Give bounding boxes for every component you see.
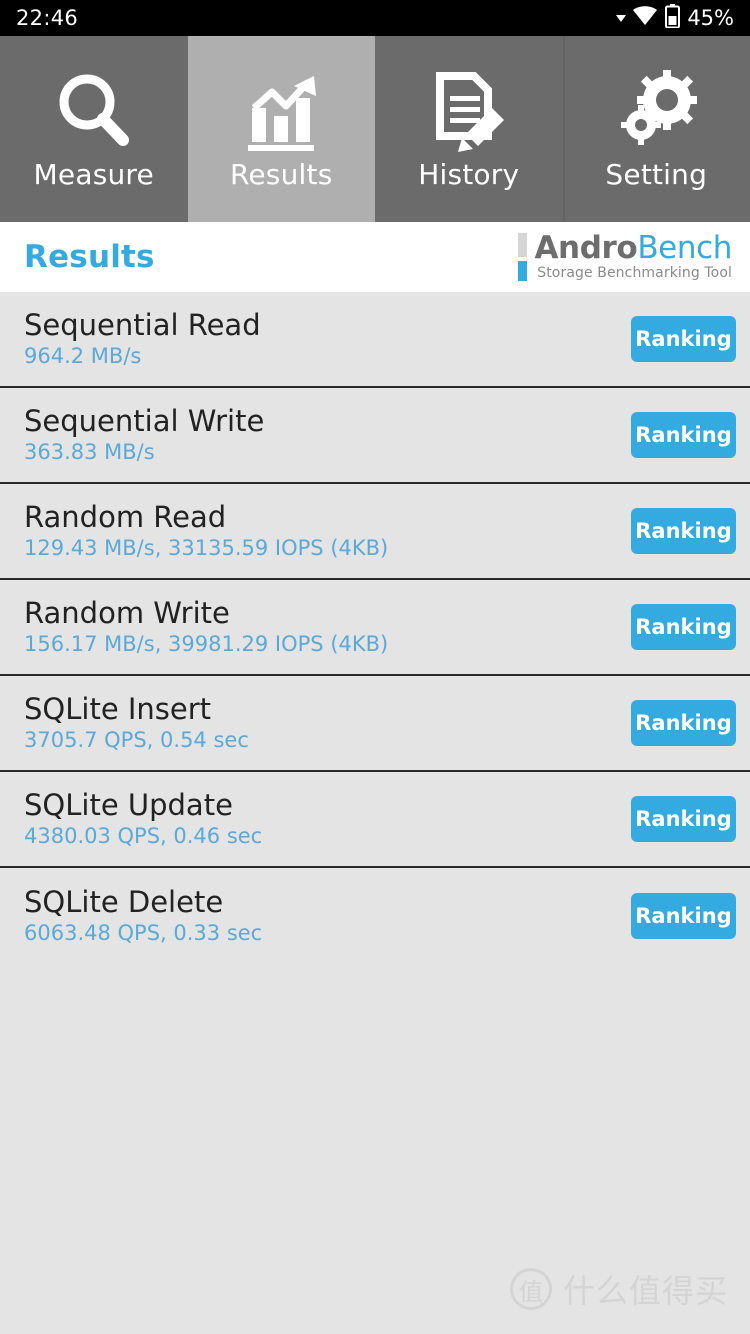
result-name: Random Read (24, 499, 227, 534)
battery-icon (665, 3, 681, 33)
page-title: Results (24, 239, 155, 275)
watermark-text: 什么值得买 (562, 1272, 728, 1310)
result-texts: SQLite Insert 3705.7 QPS, 0.54 sec (24, 691, 249, 752)
table-row[interactable]: SQLite Update 4380.03 QPS, 0.46 sec Rank… (0, 772, 750, 868)
table-row[interactable]: Sequential Write 363.83 MB/s Ranking (0, 388, 750, 484)
result-name: Sequential Read (24, 307, 261, 342)
result-value: 363.83 MB/s (24, 439, 155, 464)
results-list: Sequential Read 964.2 MB/s Ranking Seque… (0, 292, 750, 964)
tab-bar: Measure Results History Setting (0, 36, 750, 222)
androbench-logo: AndroBench Storage Benchmarking Tool (518, 229, 732, 282)
tab-setting[interactable]: Setting (562, 36, 750, 222)
result-value: 3705.7 QPS, 0.54 sec (24, 727, 249, 752)
tab-results-label: Results (229, 157, 333, 191)
tab-measure[interactable]: Measure (0, 36, 188, 222)
result-value: 964.2 MB/s (24, 343, 142, 368)
ranking-button[interactable]: Ranking (631, 316, 736, 362)
result-value: 6063.48 QPS, 0.33 sec (24, 920, 263, 945)
result-texts: SQLite Delete 6063.48 QPS, 0.33 sec (24, 884, 263, 945)
result-texts: SQLite Update 4380.03 QPS, 0.46 sec (24, 787, 263, 848)
ranking-button[interactable]: Ranking (631, 700, 736, 746)
result-name: SQLite Update (24, 787, 233, 822)
table-row[interactable]: Random Read 129.43 MB/s, 33135.59 IOPS (… (0, 484, 750, 580)
tab-setting-label: Setting (605, 157, 708, 191)
result-texts: Sequential Read 964.2 MB/s (24, 307, 261, 368)
logo-wordmark: AndroBench (534, 229, 732, 266)
magnifier-icon (51, 68, 137, 154)
wifi-icon (632, 5, 658, 31)
ranking-button[interactable]: Ranking (631, 893, 736, 939)
document-pencil-icon (426, 68, 512, 154)
tab-history[interactable]: History (375, 36, 563, 222)
result-name: Sequential Write (24, 403, 265, 438)
ranking-button[interactable]: Ranking (631, 796, 736, 842)
status-bar: 22:46 45% (0, 0, 750, 36)
result-name: SQLite Delete (24, 884, 224, 919)
logo-bars-icon (518, 233, 528, 281)
table-row[interactable]: SQLite Delete 6063.48 QPS, 0.33 sec Rank… (0, 868, 750, 964)
table-row[interactable]: SQLite Insert 3705.7 QPS, 0.54 sec Ranki… (0, 676, 750, 772)
battery-percent-label: 45% (687, 6, 734, 30)
status-indicators: 45% (616, 3, 734, 33)
tab-results[interactable]: Results (187, 36, 375, 222)
result-value: 156.17 MB/s, 39981.29 IOPS (4KB) (24, 631, 389, 656)
result-texts: Random Write 156.17 MB/s, 39981.29 IOPS … (24, 595, 389, 656)
gears-icon (613, 68, 699, 154)
caret-down-icon (616, 14, 627, 22)
ranking-button[interactable]: Ranking (631, 508, 736, 554)
result-texts: Sequential Write 363.83 MB/s (24, 403, 265, 464)
ranking-button[interactable]: Ranking (631, 604, 736, 650)
watermark-logo-icon: 值 (509, 1268, 552, 1310)
table-row[interactable]: Random Write 156.17 MB/s, 39981.29 IOPS … (0, 580, 750, 676)
logo-andro: Andro (534, 229, 638, 266)
logo-subtitle: Storage Benchmarking Tool (537, 265, 732, 282)
result-value: 4380.03 QPS, 0.46 sec (24, 823, 263, 848)
result-name: SQLite Insert (24, 691, 212, 726)
logo-bench: Bench (637, 229, 732, 266)
result-name: Random Write (24, 595, 230, 630)
status-time: 22:46 (16, 6, 79, 30)
result-texts: Random Read 129.43 MB/s, 33135.59 IOPS (… (24, 499, 389, 560)
page-header: Results AndroBench Storage Benchmarking … (0, 222, 750, 292)
table-row[interactable]: Sequential Read 964.2 MB/s Ranking (0, 292, 750, 388)
bar-chart-trend-icon (238, 68, 324, 154)
tab-history-label: History (418, 157, 520, 191)
logo-text: AndroBench Storage Benchmarking Tool (534, 229, 732, 282)
tab-measure-label: Measure (33, 157, 154, 191)
result-value: 129.43 MB/s, 33135.59 IOPS (4KB) (24, 535, 389, 560)
ranking-button[interactable]: Ranking (631, 412, 736, 458)
watermark: 值 什么值得买 (509, 1266, 728, 1312)
